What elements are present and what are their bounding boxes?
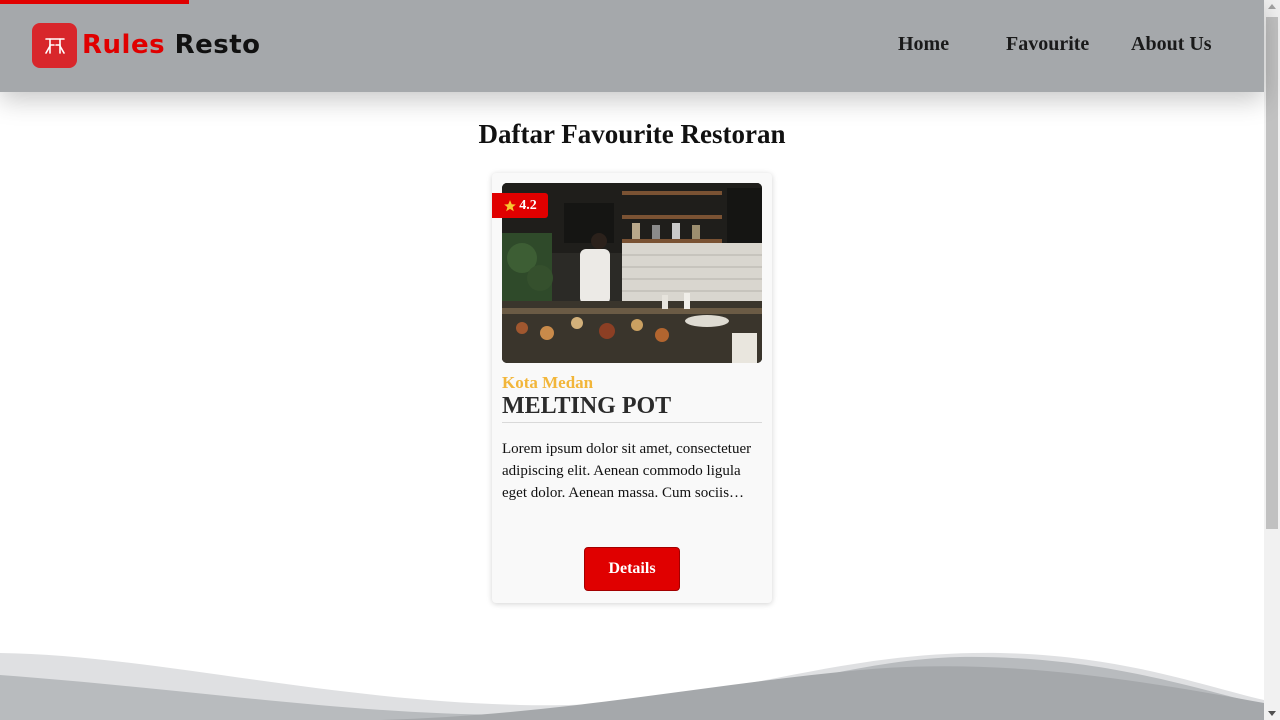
restaurant-card: 4.2 Kota Medan MELTING POT Lorem ipsum d…: [492, 173, 772, 603]
site-header: Rules Resto Home Favourite About Us: [0, 0, 1264, 92]
footer-wave: [0, 652, 1264, 720]
rating-value: 4.2: [519, 197, 537, 213]
scroll-up-arrow-icon[interactable]: [1268, 4, 1276, 9]
logo-icon[interactable]: [32, 23, 77, 68]
rating-badge: 4.2: [492, 193, 548, 218]
restaurant-name: MELTING POT: [502, 393, 762, 423]
scrollbar-thumb[interactable]: [1266, 17, 1278, 529]
details-button[interactable]: Details: [584, 547, 680, 591]
page-title: Daftar Favourite Restoran: [478, 119, 786, 149]
page-progress-bar: [0, 0, 189, 4]
nav-about-link[interactable]: About Us: [1131, 33, 1212, 56]
logo-text[interactable]: Rules Resto: [82, 30, 261, 60]
nav-home-link[interactable]: Home: [898, 33, 949, 56]
logo-text-resto: Resto: [174, 30, 261, 60]
rr-monogram-icon: [44, 37, 65, 54]
restaurant-city: Kota Medan: [502, 373, 594, 392]
restaurant-description: Lorem ipsum dolor sit amet, consectetuer…: [502, 441, 752, 501]
logo-text-rules: Rules: [82, 30, 166, 60]
scroll-down-arrow-icon[interactable]: [1268, 711, 1276, 716]
vertical-scrollbar[interactable]: [1264, 0, 1280, 720]
star-icon: [504, 199, 517, 211]
nav-favourite-link[interactable]: Favourite: [1006, 33, 1089, 56]
